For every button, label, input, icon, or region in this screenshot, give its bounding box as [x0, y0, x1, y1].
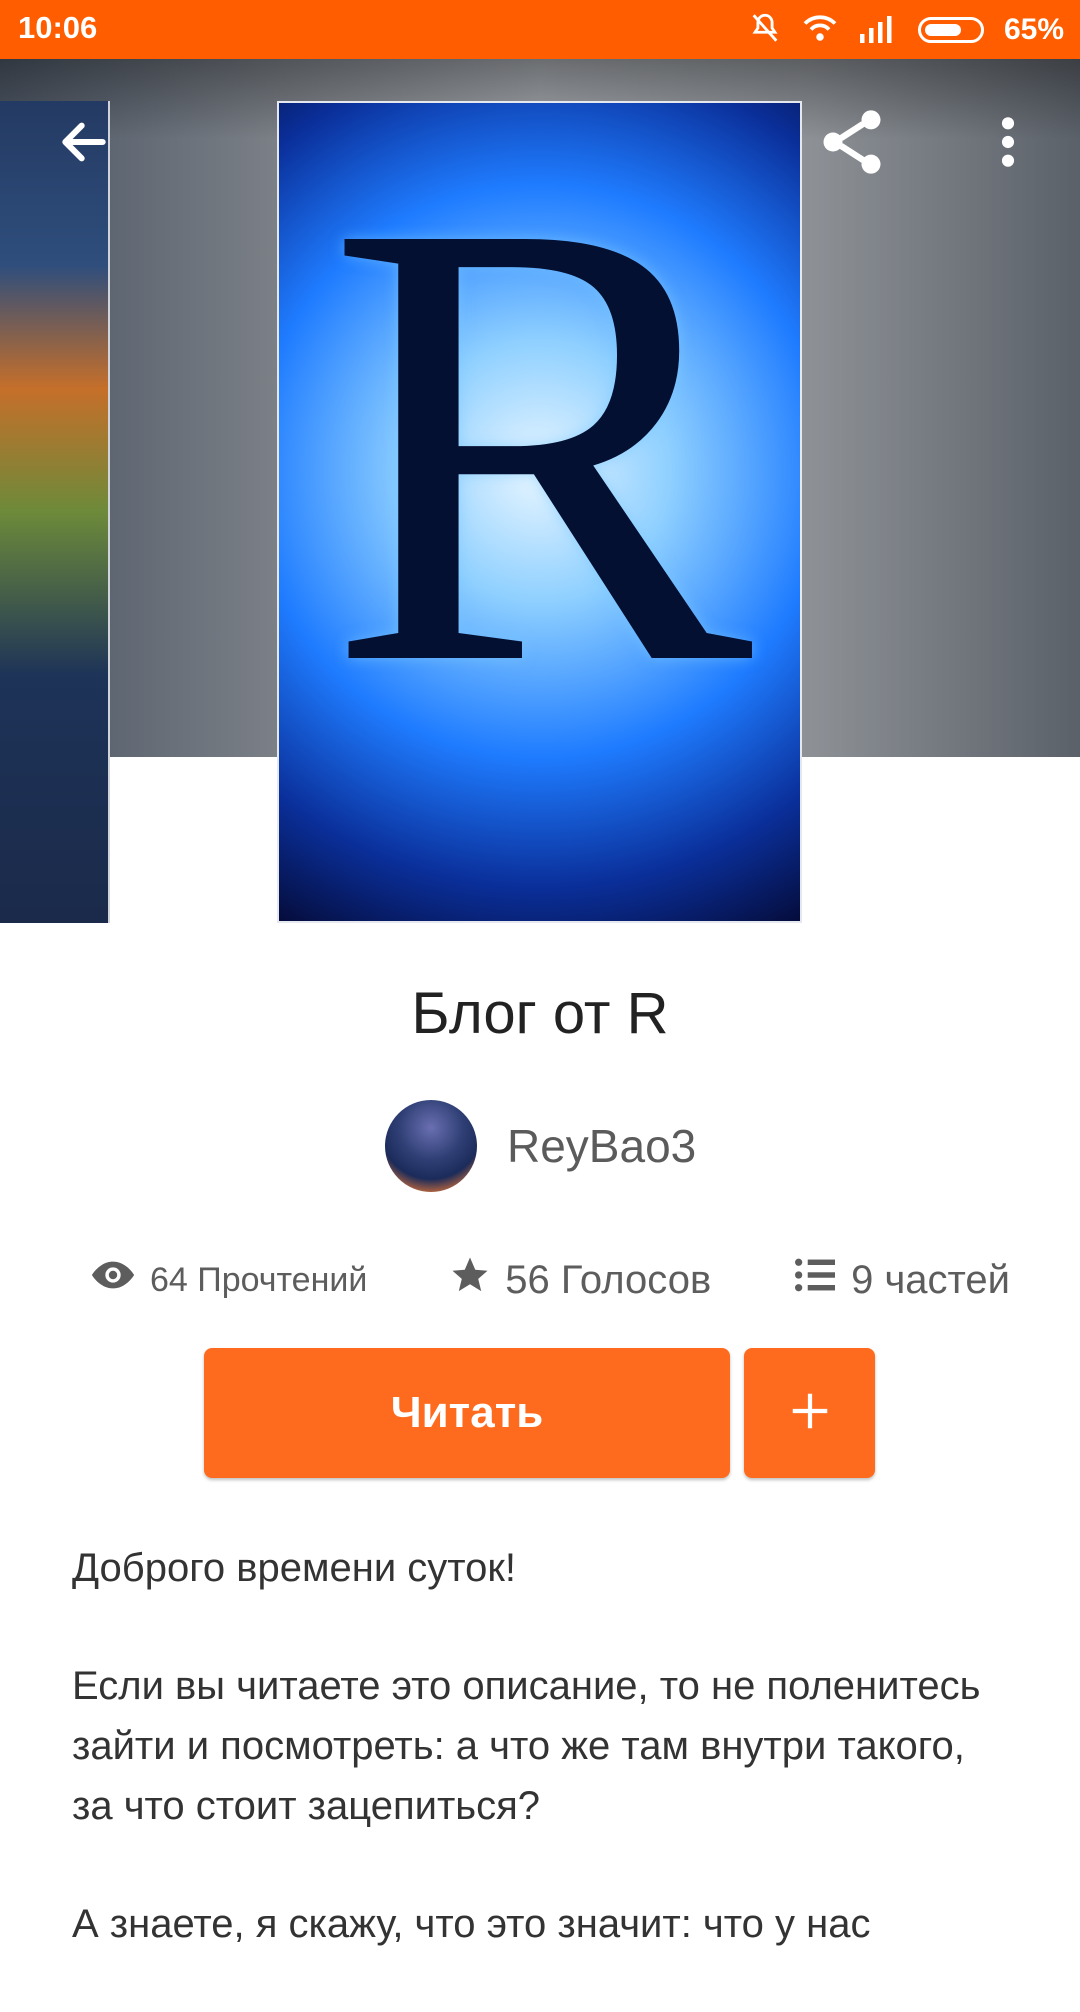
status-bar: 10:06 65% — [0, 0, 1080, 59]
add-to-library-button[interactable] — [744, 1348, 875, 1478]
status-icons: 65% — [748, 10, 1064, 50]
signal-icon — [858, 13, 898, 48]
share-button[interactable] — [812, 104, 892, 184]
description-paragraph: Если вы читаете это описание, то не поле… — [72, 1664, 981, 1828]
author-row[interactable]: ReyBao3 — [385, 1100, 696, 1192]
battery-percent: 65% — [1003, 13, 1064, 46]
battery-icon — [917, 17, 984, 43]
author-avatar[interactable] — [385, 1100, 477, 1192]
book-stats: 64 Прочтений 56 Голосов 9 частей — [90, 1250, 1010, 1310]
description-paragraph: Доброго времени суток! — [72, 1546, 517, 1590]
cover-letter: R — [326, 101, 753, 797]
description-paragraph: А знаете, я скажу, что это значит: что у… — [72, 1902, 871, 1946]
share-icon — [814, 104, 890, 185]
back-arrow-icon — [56, 114, 112, 175]
parts-stat: 9 частей — [793, 1255, 1010, 1305]
status-time: 10:06 — [18, 10, 98, 45]
votes-stat: 56 Голосов — [449, 1254, 711, 1306]
more-options-button[interactable] — [968, 104, 1048, 184]
votes-count: 56 Голосов — [505, 1257, 712, 1302]
previous-book-cover[interactable] — [0, 101, 110, 923]
read-button[interactable]: Читать — [204, 1348, 730, 1478]
author-name[interactable]: ReyBao3 — [507, 1119, 696, 1173]
book-title: Блог от R — [411, 981, 669, 1046]
star-icon — [449, 1254, 491, 1306]
book-cover: R — [277, 101, 802, 923]
more-vertical-icon — [998, 114, 1018, 175]
list-icon — [793, 1255, 837, 1305]
plus-icon — [787, 1388, 833, 1439]
book-description: Доброго времени суток! Если вы читаете э… — [72, 1538, 1002, 2012]
back-button[interactable] — [44, 104, 124, 184]
parts-count: 9 частей — [851, 1257, 1010, 1302]
mute-notifications-icon — [748, 11, 782, 50]
wifi-icon — [802, 13, 838, 48]
reads-count: 64 Прочтений — [150, 1260, 368, 1299]
reads-stat: 64 Прочтений — [90, 1252, 367, 1308]
eye-icon — [90, 1252, 136, 1308]
